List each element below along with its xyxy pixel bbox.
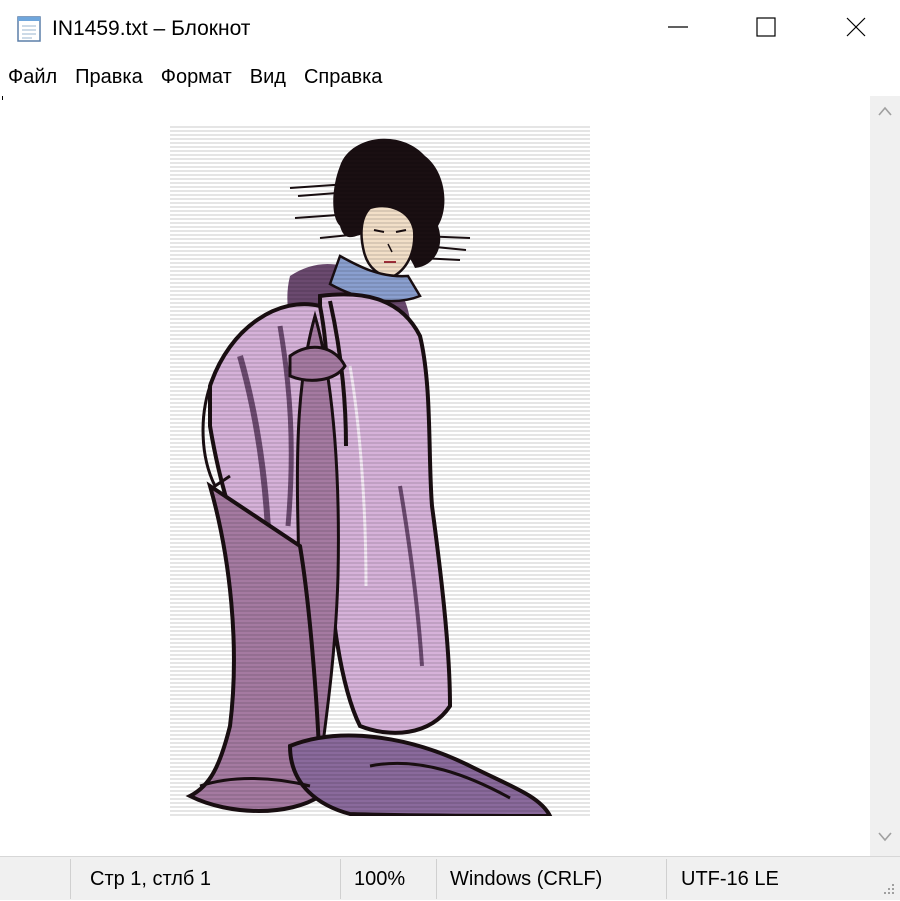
minimize-icon — [667, 16, 689, 43]
maximize-icon — [755, 16, 777, 43]
menu-format[interactable]: Формат — [152, 58, 241, 96]
geisha-illustration — [170, 126, 590, 816]
menu-help[interactable]: Справка — [295, 58, 391, 96]
menu-file[interactable]: Файл — [0, 58, 66, 96]
status-divider — [436, 859, 437, 899]
status-cursor-position: Стр 1, стлб 1 — [90, 868, 212, 890]
menu-view[interactable]: Вид — [241, 58, 295, 96]
status-divider — [666, 859, 667, 899]
status-divider — [70, 859, 71, 899]
status-divider — [340, 859, 341, 899]
maximize-button[interactable] — [720, 0, 812, 58]
vertical-scrollbar[interactable] — [870, 96, 900, 856]
chevron-up-icon — [877, 104, 893, 122]
resize-grip-icon[interactable] — [882, 882, 896, 896]
scroll-up-button[interactable] — [870, 96, 900, 130]
status-zoom: 100% — [354, 868, 406, 890]
status-encoding: UTF-16 LE — [681, 868, 779, 890]
text-caret — [2, 96, 3, 100]
chevron-down-icon — [877, 830, 893, 848]
close-icon — [845, 16, 867, 43]
text-edit-area[interactable] — [0, 96, 870, 856]
notepad-window: IN1459.txt – Блокнот Файл Правка Формат … — [0, 0, 900, 900]
minimize-button[interactable] — [632, 0, 724, 58]
close-button[interactable] — [810, 0, 900, 58]
menu-edit[interactable]: Правка — [66, 58, 152, 96]
title-bar[interactable]: IN1459.txt – Блокнот — [0, 0, 900, 58]
status-line-ending: Windows (CRLF) — [450, 868, 603, 890]
menu-bar: Файл Правка Формат Вид Справка — [0, 58, 900, 96]
notepad-icon — [14, 14, 44, 42]
scroll-down-button[interactable] — [870, 822, 900, 856]
window-title: IN1459.txt – Блокнот — [52, 17, 251, 40]
status-bar: Стр 1, стлб 1 100% Windows (CRLF) UTF-16… — [0, 856, 900, 900]
